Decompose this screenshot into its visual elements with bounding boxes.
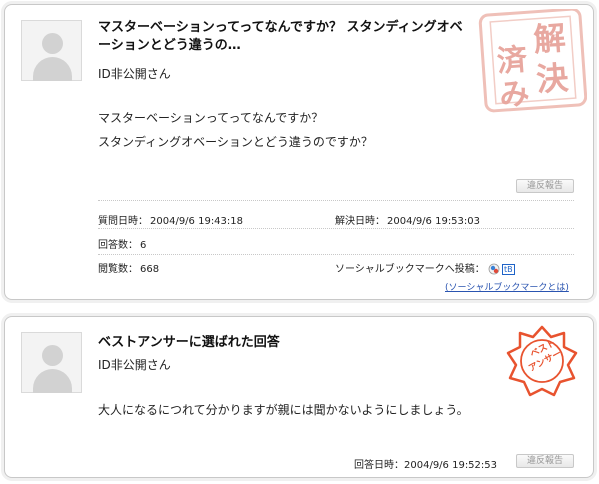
answer-date-label: 回答日時： [354, 460, 404, 471]
question-card: マスターベーションってってなんですか？ スタンディングオベーションとどう違うの…… [4, 4, 594, 300]
bookmark-share-icon[interactable] [488, 263, 500, 275]
social-bookmark: ソーシャルブックマークへ投稿： tB [335, 260, 515, 275]
answer-count: 回答数： 6 [98, 236, 146, 251]
best-answer-stamp: ベスト アンサー [506, 325, 578, 397]
answer-date: 回答日時：2004/9/6 19:52:53 [354, 456, 497, 471]
resolved-date: 解決日時： 2004/9/6 19:53:03 [335, 212, 480, 227]
hatena-bookmark-icon[interactable]: tB [502, 263, 515, 275]
question-body-line-1: マスターベーションってってなんですか？ [98, 111, 324, 125]
stamp-char-3: 済 [496, 42, 529, 79]
social-bookmark-label: ソーシャルブックマークへ投稿： [335, 264, 485, 275]
report-button[interactable]: 違反報告 [516, 454, 574, 468]
view-count: 閲覧数： 668 [98, 260, 159, 275]
answer-user: ID非公開さん [98, 358, 171, 372]
resolved-stamp: 解 決 済 み [478, 9, 587, 113]
question-body-line-2: スタンディングオベーションとどう違うのですか？ [98, 135, 373, 149]
question-title: マスターベーションってってなんですか？ スタンディングオベーションとどう違うの… [98, 20, 463, 53]
divider [98, 200, 574, 201]
best-answer-title: ベストアンサーに選ばれた回答 [98, 335, 280, 350]
resolved-date-value: 2004/9/6 19:53:03 [387, 216, 481, 227]
answer-date-value: 2004/9/6 19:52:53 [404, 460, 498, 471]
view-count-value: 668 [140, 264, 160, 275]
question-user: ID非公開さん [98, 67, 171, 81]
answer-body: 大人になるにつれて分かりますが親には聞かないようにしましょう。 [98, 403, 469, 417]
stamp-char-1: 解 [532, 19, 567, 59]
divider [98, 228, 574, 229]
avatar-head [42, 345, 63, 366]
best-answer-card: ベストアンサーに選ばれた回答 ID非公開さん 大人になるにつれて分かりますが親に… [4, 316, 594, 478]
report-button[interactable]: 違反報告 [516, 179, 574, 193]
posted-date-value: 2004/9/6 19:43:18 [150, 216, 244, 227]
answer-count-label: 回答数： [98, 240, 138, 251]
resolved-date-label: 解決日時： [335, 216, 385, 227]
avatar-head [42, 33, 63, 54]
divider [98, 254, 574, 255]
avatar [21, 20, 82, 81]
posted-date-label: 質問日時： [98, 216, 148, 227]
question-body: マスターベーションってってなんですか？ スタンディングオベーションとどう違うので… [98, 106, 373, 154]
stamp-char-2: 決 [535, 59, 570, 99]
avatar-body [33, 57, 72, 81]
social-bookmark-help-link[interactable]: (ソーシャルブックマークとは) [445, 280, 569, 293]
avatar [21, 332, 82, 393]
avatar-body [33, 369, 72, 393]
answer-count-value: 6 [140, 240, 147, 251]
view-count-label: 閲覧数： [98, 264, 138, 275]
stamp-char-4: み [498, 76, 530, 113]
posted-date: 質問日時： 2004/9/6 19:43:18 [98, 212, 243, 227]
